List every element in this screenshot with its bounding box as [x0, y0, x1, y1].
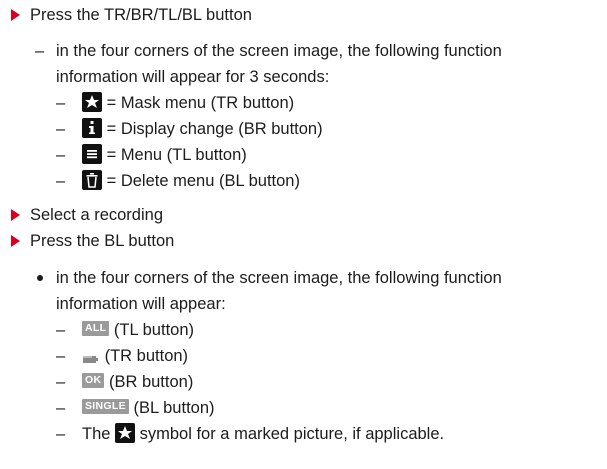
- step-press-bl-button: Press the BL button: [30, 232, 175, 250]
- list-item-mask-menu: = Mask menu (TR button): [82, 91, 295, 114]
- dash-marker: –: [56, 347, 66, 365]
- list-item-display-change: = Display change (BR button): [82, 117, 323, 140]
- list-item-text: (BR button): [108, 373, 194, 391]
- list-item-text: = Display change (BR button): [106, 120, 323, 138]
- dash-marker: –: [56, 94, 66, 112]
- list-item-text: (BL button): [133, 399, 215, 417]
- marked-post-text: symbol for a marked picture, if applicab…: [139, 425, 445, 443]
- list-item-text: = Mask menu (TR button): [106, 94, 295, 112]
- marked-pre-text: The: [82, 425, 111, 443]
- ok-badge: OK: [82, 373, 105, 389]
- dash-marker: –: [56, 120, 66, 138]
- step-select-recording: Select a recording: [30, 206, 163, 224]
- list-item-marked-picture: The symbol for a marked picture, if appl…: [82, 422, 445, 445]
- step-press-buttons: Press the TR/BR/TL/BL button: [30, 6, 252, 24]
- step-arrow-icon: [11, 209, 20, 221]
- list-item-text: = Delete menu (BL button): [106, 172, 300, 190]
- list-item-all: ALL (TL button): [82, 319, 194, 341]
- dash-marker: –: [56, 425, 66, 443]
- step3-description-line1: in the four corners of the screen image,…: [56, 269, 502, 287]
- dash-marker: –: [56, 146, 66, 164]
- list-item-menu: = Menu (TL button): [82, 143, 247, 166]
- delete-icon: [82, 169, 102, 190]
- menu-icon: [82, 143, 102, 164]
- list-item-battery: (TR button): [82, 345, 188, 367]
- list-item-delete-menu: = Delete menu (BL button): [82, 169, 300, 192]
- dash-marker: –: [56, 321, 66, 339]
- list-item-text: (TR button): [104, 347, 189, 365]
- dash-marker: –: [56, 373, 66, 391]
- list-item-ok: OK (BR button): [82, 371, 193, 393]
- list-item-text: (TL button): [113, 321, 194, 339]
- step1-description-line1: in the four corners of the screen image,…: [56, 42, 502, 60]
- battery-icon: [82, 349, 100, 363]
- dash-marker: –: [56, 172, 66, 190]
- all-badge: ALL: [82, 321, 110, 337]
- step-arrow-icon: [11, 9, 20, 21]
- step1-description-line2: information will appear for 3 seconds:: [56, 68, 330, 86]
- star-square-icon: [115, 422, 136, 443]
- dash-marker: –: [56, 399, 66, 417]
- step3-description-line2: information will appear:: [56, 295, 226, 313]
- step-arrow-icon: [11, 235, 20, 247]
- list-item-text: = Menu (TL button): [106, 146, 247, 164]
- list-item-single: SINGLE (BL button): [82, 397, 215, 419]
- info-icon: [82, 117, 102, 138]
- dash-marker: –: [35, 42, 45, 60]
- single-badge: SINGLE: [82, 399, 129, 415]
- bullet-marker: [37, 275, 43, 281]
- star-square-icon: [82, 91, 102, 112]
